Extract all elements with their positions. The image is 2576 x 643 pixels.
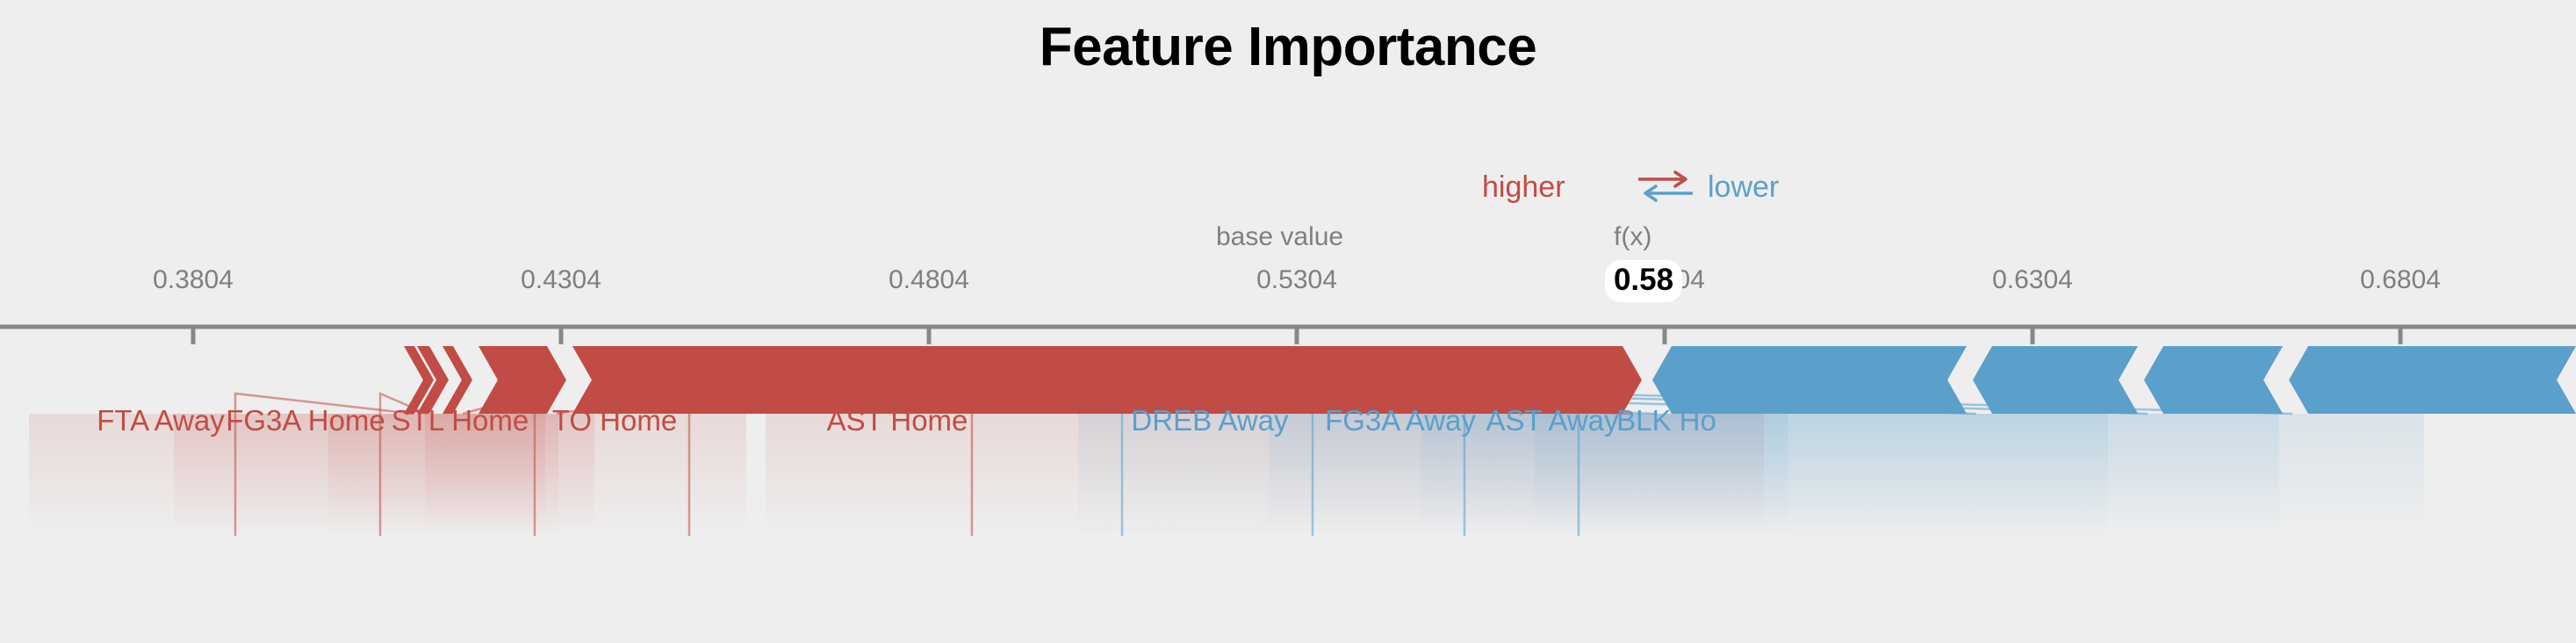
force-bar-segment[interactable] <box>572 346 1642 414</box>
force-bar-segment[interactable] <box>2289 346 2576 414</box>
feature-label[interactable]: FG3A Away <box>1325 404 1476 437</box>
force-plot-graphics <box>0 324 2576 536</box>
force-bar-segment[interactable] <box>2144 346 2283 414</box>
shap-force-plot: Feature Importance higher lower base val… <box>0 0 2576 643</box>
force-bar-segment[interactable] <box>1973 346 2138 414</box>
fx-value-readout: 0.58 <box>1604 260 1683 302</box>
feature-label[interactable]: BLK Ho <box>1616 404 1716 437</box>
feature-label[interactable]: AST Away <box>1486 404 1618 437</box>
feature-label[interactable]: AST Home <box>827 404 968 437</box>
feature-label[interactable]: STL Home <box>392 404 529 437</box>
feature-label[interactable]: DREB Away <box>1131 404 1288 437</box>
feature-label[interactable]: FG3A Home <box>226 404 385 437</box>
feature-label[interactable]: FTA Away <box>97 404 225 437</box>
feature-label[interactable]: TO Home <box>552 404 677 437</box>
x-axis-tick-marks <box>191 327 2403 344</box>
